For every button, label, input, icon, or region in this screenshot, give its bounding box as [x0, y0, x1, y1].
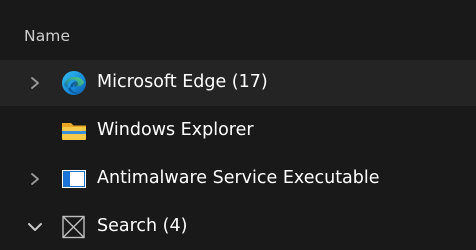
- app-window-icon: [62, 170, 86, 188]
- folder-icon: [62, 123, 86, 140]
- edge-icon: [62, 71, 86, 95]
- name-column-header[interactable]: Name: [24, 27, 70, 45]
- search-app-icon: [62, 215, 85, 239]
- chevron-right-icon[interactable]: [27, 169, 43, 189]
- process-row-microsoft-edge[interactable]: Microsoft Edge (17): [0, 60, 476, 106]
- process-name: Antimalware Service Executable: [97, 168, 380, 188]
- process-list-panel: Name Microsoft Edge (17) Windows Explore…: [0, 0, 476, 250]
- process-row-search[interactable]: Search (4): [0, 204, 476, 250]
- process-name: Search (4): [97, 216, 188, 236]
- chevron-right-icon[interactable]: [27, 73, 43, 93]
- chevron-down-icon[interactable]: [27, 217, 43, 237]
- process-name: Windows Explorer: [97, 120, 254, 140]
- process-name: Microsoft Edge (17): [97, 72, 268, 92]
- process-row-windows-explorer[interactable]: Windows Explorer: [0, 108, 476, 154]
- process-row-antimalware-service[interactable]: Antimalware Service Executable: [0, 156, 476, 202]
